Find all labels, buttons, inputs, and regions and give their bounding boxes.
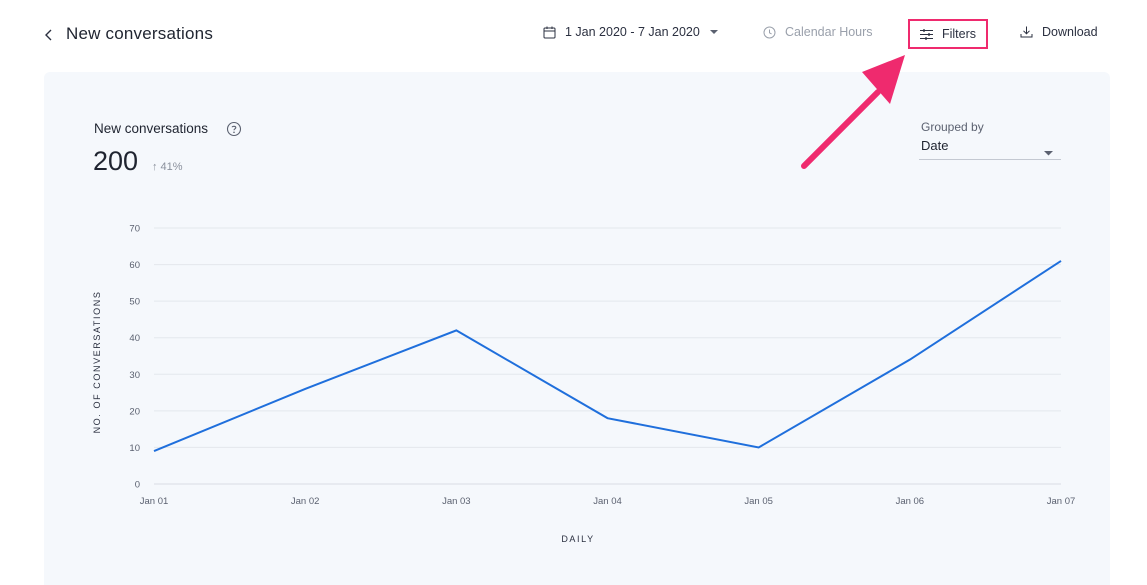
- y-tick-label: 10: [129, 443, 140, 454]
- x-tick-label: Jan 02: [291, 496, 320, 507]
- x-tick-label: Jan 01: [140, 496, 169, 507]
- x-tick-label: Jan 05: [744, 496, 773, 507]
- y-tick-label: 20: [129, 406, 140, 417]
- y-tick-label: 0: [135, 480, 140, 491]
- y-tick-label: 50: [129, 297, 140, 308]
- y-tick-label: 70: [129, 224, 140, 235]
- y-axis-title: NO. OF CONVERSATIONS: [92, 291, 102, 434]
- x-tick-label: Jan 04: [593, 496, 622, 507]
- line-chart: 0 10 20 30 40 50 60 70 Jan 01 Jan 02 Jan 03 Jan 04 J…: [92, 224, 1076, 545]
- x-tick-label: Jan 07: [1047, 496, 1076, 507]
- y-tick-label: 60: [129, 260, 140, 271]
- x-axis-title: DAILY: [561, 534, 594, 544]
- y-tick-label: 30: [129, 370, 140, 381]
- series-line: [153, 260, 1062, 453]
- x-tick-label: Jan 03: [442, 496, 471, 507]
- x-tick-label: Jan 06: [896, 496, 925, 507]
- y-tick-label: 40: [129, 333, 140, 344]
